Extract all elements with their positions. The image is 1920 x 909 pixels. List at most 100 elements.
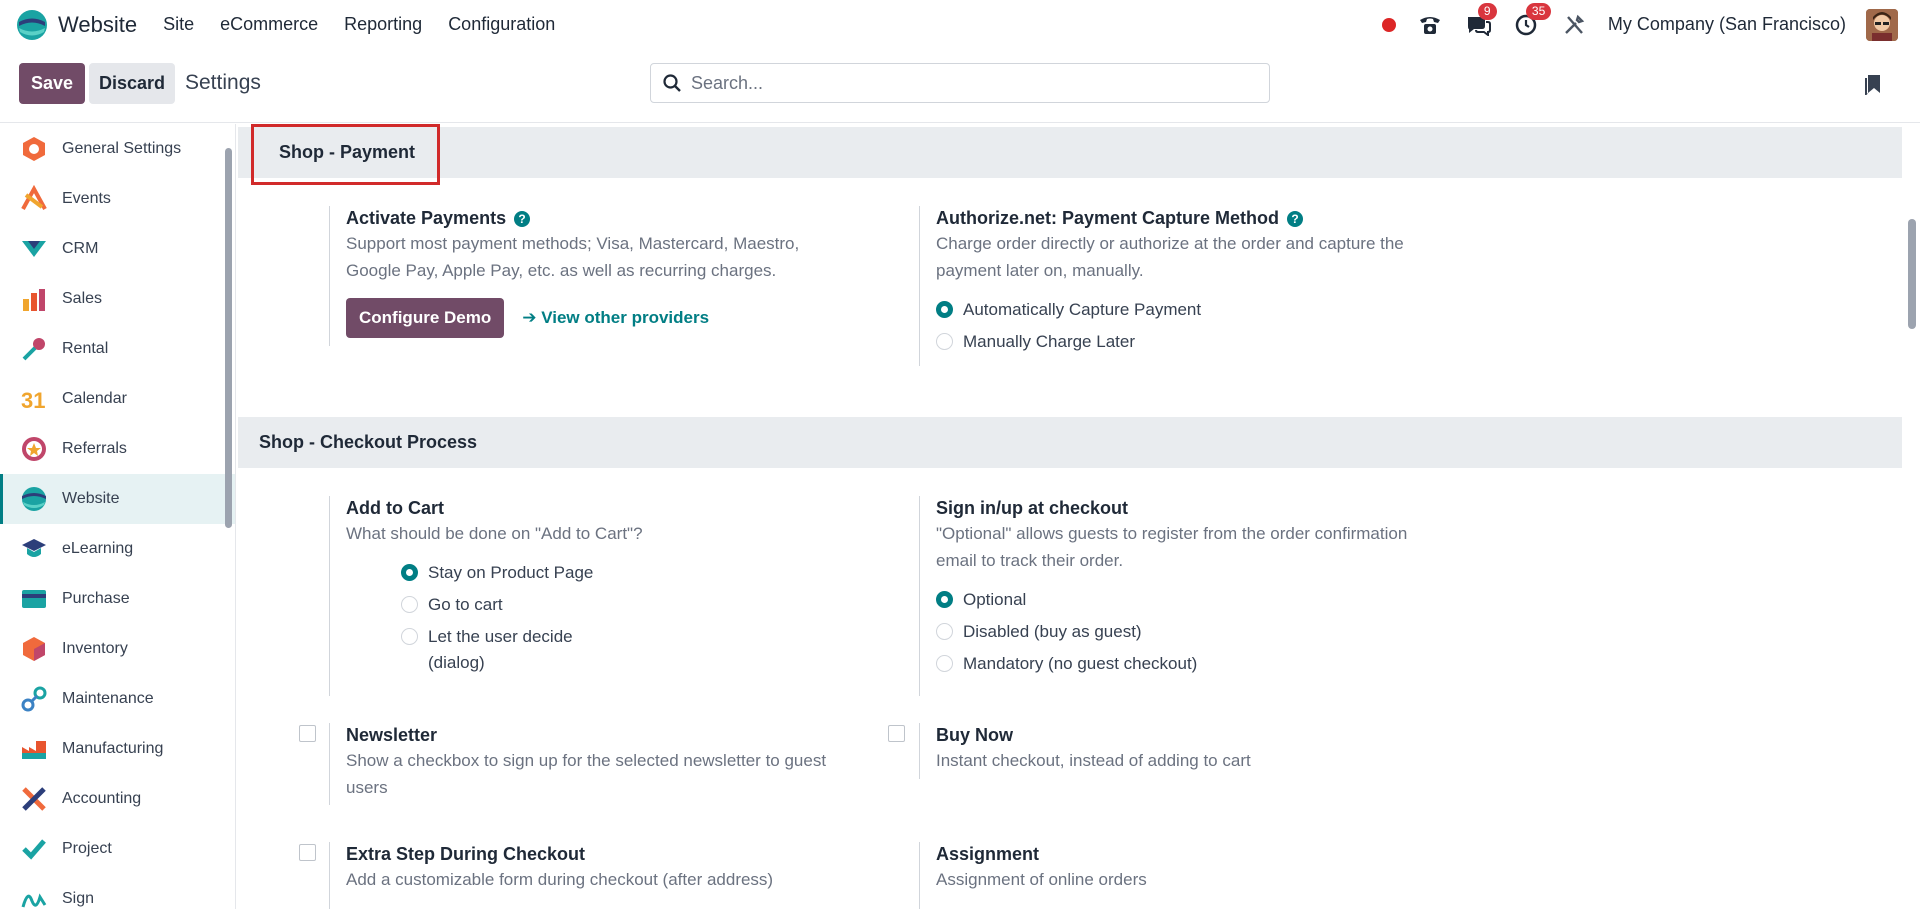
newsletter-desc: Show a checkbox to sign up for the selec… <box>346 751 827 797</box>
sidebar-item-events[interactable]: Events <box>0 174 235 224</box>
save-button[interactable]: Save <box>19 63 85 104</box>
radio-manual-charge[interactable]: Manually Charge Later <box>936 329 1439 355</box>
radio-go-to-cart[interactable]: Go to cart <box>401 592 601 618</box>
page-title: Settings <box>185 71 261 94</box>
add-to-cart-title: Add to Cart <box>346 498 444 518</box>
radio-label: Stay on Product Page <box>428 563 594 582</box>
rental-icon <box>20 335 48 363</box>
setting-activate-payments: Activate Payments? Support most payment … <box>329 206 829 346</box>
radio-mandatory[interactable]: Mandatory (no guest checkout) <box>936 651 1439 677</box>
radio-auto-capture[interactable]: Automatically Capture Payment <box>936 297 1439 323</box>
sidebar-item-project[interactable]: Project <box>0 824 235 874</box>
messages-icon[interactable]: 9 <box>1464 2 1497 39</box>
capture-method-desc: Charge order directly or authorize at th… <box>936 234 1404 280</box>
content-scrollbar[interactable] <box>1904 124 1920 909</box>
content-scrollbar-thumb[interactable] <box>1908 219 1916 329</box>
sidebar-item-maintenance[interactable]: Maintenance <box>0 674 235 724</box>
extra-step-desc: Add a customizable form during checkout … <box>346 870 774 889</box>
sales-icon <box>20 285 48 313</box>
website-app-icon <box>17 9 47 40</box>
view-other-providers-link[interactable]: ➔ View other providers <box>522 308 709 328</box>
buy-now-checkbox[interactable] <box>888 725 905 742</box>
radio-stay-on-product[interactable]: Stay on Product Page <box>401 560 601 586</box>
sidebar-item-referrals[interactable]: Referrals <box>0 424 235 474</box>
signin-title: Sign in/up at checkout <box>936 498 1129 518</box>
section-title-checkout: Shop - Checkout Process <box>259 432 478 452</box>
radio-optional[interactable]: Optional <box>936 587 1439 613</box>
sidebar-item-rental[interactable]: Rental <box>0 324 235 374</box>
user-avatar[interactable] <box>1866 8 1898 41</box>
maintenance-icon <box>20 685 48 713</box>
setting-buy-now: Buy Now Instant checkout, instead of add… <box>919 723 1439 779</box>
activities-clock-icon[interactable]: 35 <box>1512 2 1552 39</box>
sidebar-scrollbar-thumb[interactable] <box>225 148 232 528</box>
menu-ecommerce[interactable]: eCommerce <box>220 14 318 35</box>
tools-icon[interactable] <box>1560 11 1588 39</box>
radio-label: Mandatory (no guest checkout) <box>963 654 1198 673</box>
search-input[interactable] <box>691 72 1251 94</box>
sidebar-item-sign[interactable]: Sign <box>0 874 235 909</box>
sidebar-item-sales[interactable]: Sales <box>0 274 235 324</box>
setting-signin-checkout: Sign in/up at checkout "Optional" allows… <box>919 496 1439 696</box>
sign-icon <box>20 885 48 909</box>
radio-user-decide[interactable]: Let the user decide (dialog) <box>401 624 601 676</box>
activate-payments-title: Activate Payments <box>346 208 507 228</box>
sidebar-item-accounting[interactable]: Accounting <box>0 774 235 824</box>
configure-demo-button[interactable]: Configure Demo <box>346 298 505 338</box>
sidebar-item-elearning[interactable]: eLearning <box>0 524 235 574</box>
events-icon <box>20 185 48 213</box>
company-switcher[interactable]: My Company (San Francisco) <box>1608 14 1846 35</box>
extra-step-checkbox[interactable] <box>299 844 316 861</box>
sidebar-item-label: Referrals <box>62 440 127 457</box>
radio-button[interactable] <box>936 655 953 672</box>
radio-label: Disabled (buy as guest) <box>963 622 1142 641</box>
radio-button[interactable] <box>401 628 418 645</box>
purchase-icon <box>20 585 48 613</box>
sidebar-item-crm[interactable]: CRM <box>0 224 235 274</box>
menu-reporting[interactable]: Reporting <box>344 14 422 35</box>
view-other-providers-label: View other providers <box>541 308 710 327</box>
radio-button-selected[interactable] <box>936 301 953 318</box>
sidebar-item-label: Purchase <box>62 590 130 607</box>
radio-button[interactable] <box>401 596 418 613</box>
search-icon <box>663 74 681 92</box>
assignment-title: Assignment <box>936 844 1040 864</box>
sidebar-item-website[interactable]: Website <box>0 474 235 524</box>
general-settings-icon <box>20 135 48 163</box>
sidebar-item-purchase[interactable]: Purchase <box>0 574 235 624</box>
highlight-annotation <box>251 124 440 185</box>
radio-label: Optional <box>963 590 1027 609</box>
radio-button[interactable] <box>936 623 953 640</box>
menu-configuration[interactable]: Configuration <box>448 14 555 35</box>
svg-text:31: 31 <box>21 388 45 413</box>
section-header-checkout: Shop - Checkout Process <box>238 417 1902 468</box>
help-icon[interactable]: ? <box>1287 211 1304 228</box>
brand[interactable]: Website <box>16 9 163 41</box>
radio-disabled[interactable]: Disabled (buy as guest) <box>936 619 1439 645</box>
bookmark-icon[interactable] <box>1864 73 1882 95</box>
extra-step-title: Extra Step During Checkout <box>346 844 586 864</box>
inventory-icon <box>20 635 48 663</box>
section-header-payment: Shop - Payment <box>238 127 1902 178</box>
sidebar-item-label: Project <box>62 840 112 857</box>
radio-button[interactable] <box>936 333 953 350</box>
elearning-icon <box>20 535 48 563</box>
newsletter-checkbox[interactable] <box>299 725 316 742</box>
sidebar-item-manufacturing[interactable]: Manufacturing <box>0 724 235 774</box>
setting-extra-step: Extra Step During Checkout Add a customi… <box>329 842 829 909</box>
sidebar-scrollbar[interactable] <box>222 124 234 909</box>
sidebar-item-label: Manufacturing <box>62 740 164 757</box>
sidebar-item-inventory[interactable]: Inventory <box>0 624 235 674</box>
sidebar-item-calendar[interactable]: 31 Calendar <box>0 374 235 424</box>
help-icon[interactable]: ? <box>514 211 531 228</box>
arrow-right-icon: ➔ <box>522 308 542 327</box>
phone-icon[interactable] <box>1416 11 1444 39</box>
search-bar[interactable] <box>650 63 1270 103</box>
sidebar-item-general-settings[interactable]: General Settings <box>0 124 235 174</box>
recording-indicator-icon[interactable] <box>1381 17 1396 32</box>
settings-sidebar: General Settings Events CRM Sales Rental 31 Ca… <box>0 124 236 909</box>
radio-button-selected[interactable] <box>936 591 953 608</box>
menu-site[interactable]: Site <box>163 14 194 35</box>
discard-button[interactable]: Discard <box>89 63 175 104</box>
radio-button-selected[interactable] <box>401 564 418 581</box>
